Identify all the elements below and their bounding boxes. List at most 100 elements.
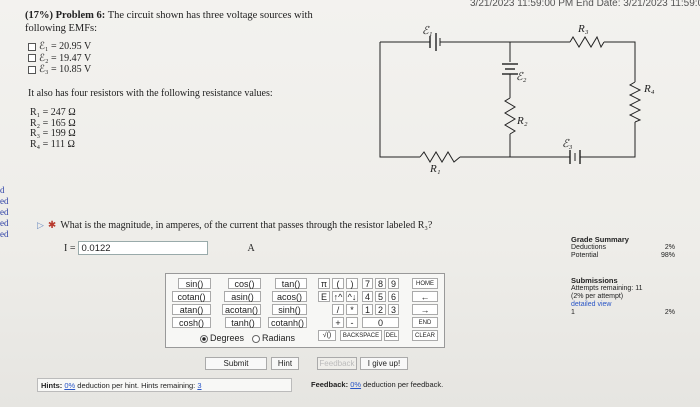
key-pi[interactable]: π	[318, 278, 330, 289]
potential-value: 98%	[660, 252, 675, 259]
radio-unchecked-icon[interactable]	[252, 334, 261, 343]
key-backspace[interactable]: BACKSPACE	[340, 330, 382, 341]
key-3[interactable]: 3	[388, 304, 399, 315]
problem-heading: (17%) Problem 6: The circuit shown has t…	[25, 9, 325, 35]
fn-sinh[interactable]: sinh()	[272, 304, 307, 315]
resistor-list: R₁ = 247 Ω R₂ = 165 Ω R₃ = 199 Ω R₄ = 11…	[30, 107, 76, 150]
key-1[interactable]: 1	[362, 304, 373, 315]
key-right-arrow[interactable]: →	[412, 304, 438, 315]
key-5[interactable]: 5	[375, 291, 386, 302]
per-attempt: (2% per attempt)	[571, 293, 624, 300]
fn-cotanh[interactable]: cotanh()	[268, 317, 307, 328]
label-r3: R₃	[577, 23, 589, 35]
emf-value: ℰ₃ = 10.85 V	[39, 64, 92, 75]
grade-summary: Grade Summary Deductions 2% Potential 98%	[571, 236, 691, 260]
checkbox-icon[interactable]	[28, 54, 36, 63]
fn-cotan[interactable]: cotan()	[172, 291, 211, 302]
attempts-remaining: Attempts remaining: 11	[571, 285, 643, 292]
detailed-view-link[interactable]: detailed view	[571, 301, 691, 309]
fn-tan[interactable]: tan()	[275, 278, 307, 289]
key-0[interactable]: 0	[362, 317, 399, 328]
key-left-arrow[interactable]: ←	[412, 291, 438, 302]
deductions-label: Deductions	[571, 244, 607, 251]
checkbox-icon[interactable]	[28, 65, 36, 74]
circuit-diagram: ℰ₁ ℰ₂ ℰ₃ R₃ R₂ R₄ R₁	[379, 23, 655, 175]
fn-cosh[interactable]: cosh()	[172, 317, 211, 328]
resistor-value: R₄ = 111 Ω	[30, 138, 75, 150]
key-end[interactable]: END	[412, 317, 438, 328]
emf-row: ℰ₂ = 19.47 V	[28, 53, 91, 65]
label-r1: R₁	[429, 163, 441, 175]
answer-variable: I =	[64, 242, 76, 254]
left-strip-item[interactable]: d	[0, 185, 12, 196]
hints-bar: Hints: 0% deduction per hint. Hints rema…	[37, 378, 292, 392]
checkbox-icon[interactable]	[28, 42, 36, 51]
key-divide[interactable]: /	[332, 304, 344, 315]
submit-button[interactable]: Submit	[205, 357, 267, 370]
key-e[interactable]: E	[318, 291, 330, 302]
submissions-title: Submissions	[571, 276, 618, 285]
fn-acos[interactable]: acos()	[272, 291, 307, 302]
fn-asin[interactable]: asin()	[224, 291, 261, 302]
hints-remaining: 3	[197, 381, 202, 390]
angle-mode: Degrees Radians	[200, 333, 295, 343]
problem-label: (17%) Problem 6:	[25, 10, 106, 21]
degrees-option[interactable]: Degrees	[200, 333, 244, 343]
question-line: ▷ ✱ What is the magnitude, in amperes, o…	[37, 220, 432, 231]
label-e3: ℰ₃	[562, 138, 573, 150]
key-plus[interactable]: +	[332, 317, 344, 328]
key-clear[interactable]: CLEAR	[412, 330, 438, 341]
left-strip-item[interactable]: ed	[0, 229, 12, 240]
left-strip-item[interactable]: ed	[0, 218, 12, 229]
play-icon[interactable]: ▷	[37, 220, 44, 231]
key-minus[interactable]: -	[346, 317, 358, 328]
answer-row: I = A	[64, 241, 255, 255]
answer-unit: A	[247, 242, 255, 254]
feedback-deduction: 0%	[350, 380, 362, 389]
key-2[interactable]: 2	[375, 304, 386, 315]
key-open-paren[interactable]: (	[332, 278, 344, 289]
key-del[interactable]: DEL	[384, 330, 399, 341]
resistor-intro: It also has four resistors with the foll…	[28, 88, 273, 99]
key-6[interactable]: 6	[388, 291, 399, 302]
left-strip-item[interactable]: ed	[0, 196, 12, 207]
label-e2: ℰ₂	[516, 71, 527, 83]
problem-text-1: The circuit shown has three voltage sour…	[107, 10, 313, 21]
date-bar: 3/21/2023 11:59:00 PM End Date: 3/21/202…	[470, 0, 700, 9]
fn-tanh[interactable]: tanh()	[225, 317, 261, 328]
key-sqrt[interactable]: √()	[318, 330, 336, 341]
key-7[interactable]: 7	[362, 278, 373, 289]
submission-index: 1	[571, 309, 575, 316]
submissions-panel: Submissions Attempts remaining: 11 (2% p…	[571, 277, 691, 317]
fn-acotan[interactable]: acotan()	[222, 304, 261, 315]
key-down[interactable]: ^↓	[346, 291, 358, 302]
grade-title: Grade Summary	[571, 235, 629, 244]
fn-sin[interactable]: sin()	[178, 278, 211, 289]
key-close-paren[interactable]: )	[346, 278, 358, 289]
answer-input[interactable]	[78, 241, 209, 255]
deductions-value: 2%	[664, 244, 675, 251]
radio-checked-icon[interactable]	[200, 334, 208, 343]
key-multiply[interactable]: *	[346, 304, 358, 315]
key-8[interactable]: 8	[375, 278, 386, 289]
emf-row: ℰ₁ = 20.95 V	[28, 41, 91, 53]
page: 3/21/2023 11:59:00 PM End Date: 3/21/202…	[0, 0, 700, 407]
question-text: What is the magnitude, in amperes, of th…	[60, 220, 433, 231]
potential-label: Potential	[571, 252, 599, 259]
fn-atan[interactable]: atan()	[172, 304, 211, 315]
feedback-button[interactable]: Feedback	[317, 357, 357, 370]
hint-button[interactable]: Hint	[271, 357, 299, 370]
key-home[interactable]: HOME	[412, 278, 438, 289]
radians-option[interactable]: Radians	[252, 333, 295, 343]
left-strip-item[interactable]: ed	[0, 207, 12, 218]
left-strip: d ed ed ed ed	[0, 185, 12, 240]
give-up-button[interactable]: I give up!	[360, 357, 408, 370]
key-4[interactable]: 4	[362, 291, 373, 302]
key-9[interactable]: 9	[388, 278, 399, 289]
gear-icon[interactable]: ✱	[48, 220, 56, 231]
label-r2: R₂	[516, 115, 528, 127]
emf-value: ℰ₁ = 20.95 V	[39, 41, 92, 52]
key-up[interactable]: ↑^	[332, 291, 344, 302]
fn-cos[interactable]: cos()	[228, 278, 261, 289]
feedback-bar: Feedback: 0% deduction per feedback.	[311, 380, 444, 389]
